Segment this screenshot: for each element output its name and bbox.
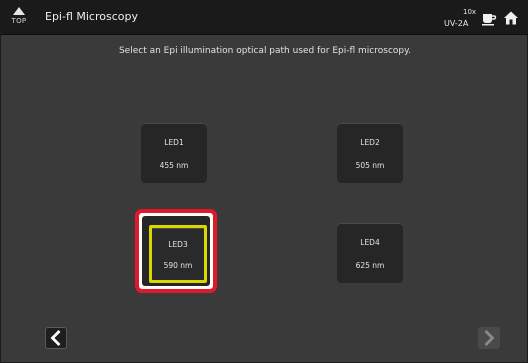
next-page-button[interactable] bbox=[478, 327, 500, 349]
instruction-text: Select an Epi illumination optical path … bbox=[118, 46, 412, 56]
chevron-right-icon bbox=[484, 330, 495, 346]
filter-cube-label: UV-2A bbox=[444, 19, 469, 28]
led-wavelength: 455 nm bbox=[159, 161, 189, 170]
screen: TOP Epi-fl Microscopy 10x UV-2A Select a… bbox=[0, 0, 528, 363]
led2-button[interactable]: LED2 505 nm bbox=[337, 123, 403, 183]
led4-button[interactable]: LED4 625 nm bbox=[337, 223, 403, 283]
led-wavelength: 625 nm bbox=[355, 261, 385, 270]
coffee-cup-icon[interactable] bbox=[481, 10, 497, 26]
highlight-frame: LED3 590 nm bbox=[135, 209, 217, 293]
led-wavelength: 590 nm bbox=[163, 261, 193, 270]
led-wavelength: 505 nm bbox=[355, 161, 385, 170]
top-label: TOP bbox=[11, 17, 27, 25]
top-arrow-icon bbox=[13, 7, 25, 15]
magnification-label: 10x bbox=[463, 8, 477, 16]
led3-button[interactable]: LED3 590 nm bbox=[149, 225, 207, 283]
previous-page-button[interactable] bbox=[45, 327, 67, 349]
led-name: LED4 bbox=[360, 238, 380, 247]
objective-status: 10x UV-2A bbox=[444, 8, 480, 30]
chevron-left-icon bbox=[50, 330, 61, 346]
led-name: LED1 bbox=[164, 138, 184, 147]
page-title: Epi-fl Microscopy bbox=[45, 10, 138, 23]
led-name: LED3 bbox=[168, 240, 188, 249]
title-bar: TOP Epi-fl Microscopy 10x UV-2A bbox=[1, 1, 528, 35]
led1-button[interactable]: LED1 455 nm bbox=[141, 123, 207, 183]
home-icon[interactable] bbox=[503, 10, 519, 26]
top-button[interactable]: TOP bbox=[7, 5, 31, 29]
led-name: LED2 bbox=[360, 138, 380, 147]
